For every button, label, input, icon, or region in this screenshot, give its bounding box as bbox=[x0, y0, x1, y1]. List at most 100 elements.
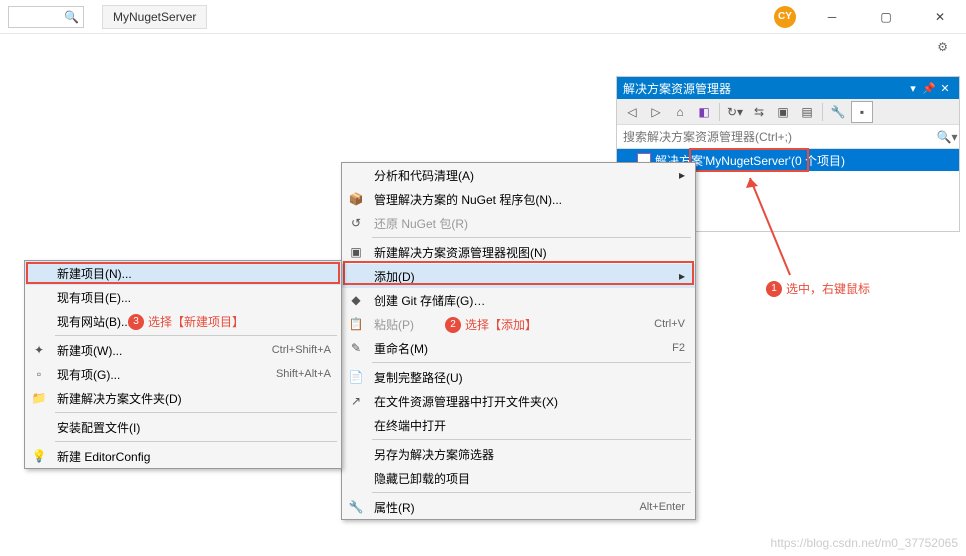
menu-item-icon: 📁 bbox=[25, 391, 53, 405]
menu-item-label: 新建项(W)... bbox=[53, 342, 272, 359]
project-title-tab: MyNugetServer bbox=[102, 5, 207, 29]
menu-item[interactable]: 🔧属性(R)Alt+Enter bbox=[342, 495, 695, 519]
menu-item-icon: ▫ bbox=[25, 367, 53, 381]
menu-item-label: 分析和代码清理(A) bbox=[370, 167, 673, 184]
menu-item-label: 现有项(G)... bbox=[53, 366, 276, 383]
annotation-3: 3 选择【新建项目】 bbox=[128, 313, 244, 330]
menu-item-label: 在终端中打开 bbox=[370, 417, 685, 434]
panel-search: 🔍▾ bbox=[617, 125, 959, 149]
menu-item-label: 重命名(M) bbox=[370, 340, 672, 357]
menu-item-shortcut: Ctrl+V bbox=[654, 318, 685, 330]
context-menu-add: 新建项目(N)...现有项目(E)...现有网站(B)...✦新建项(W)...… bbox=[24, 260, 342, 469]
panel-title: 解决方案资源管理器 bbox=[623, 80, 731, 97]
minimize-button[interactable]: ─ bbox=[814, 4, 850, 30]
menu-item-icon: ✦ bbox=[25, 343, 53, 357]
menu-item-icon: ◆ bbox=[342, 293, 370, 307]
titlebar-controls: CY ─ ▢ ✕ bbox=[774, 4, 958, 30]
menu-item[interactable]: 新建项目(N)... bbox=[25, 261, 341, 285]
menu-item-label: 隐藏已卸载的项目 bbox=[370, 470, 685, 487]
menu-item[interactable]: ▣新建解决方案资源管理器视图(N) bbox=[342, 240, 695, 264]
menu-item-label: 管理解决方案的 NuGet 程序包(N)... bbox=[370, 191, 685, 208]
menu-item[interactable]: 添加(D)▸ bbox=[342, 264, 695, 288]
back-icon[interactable]: ◁ bbox=[621, 101, 643, 123]
menu-item-icon: 💡 bbox=[25, 449, 53, 463]
forward-icon[interactable]: ▷ bbox=[645, 101, 667, 123]
properties-icon[interactable]: 🔧 bbox=[827, 101, 849, 123]
menu-item-label: 新建解决方案文件夹(D) bbox=[53, 390, 331, 407]
menu-item[interactable]: ◆创建 Git 存储库(G)… bbox=[342, 288, 695, 312]
panel-toolbar: ◁ ▷ ⌂ ◧ ↻▾ ⇆ ▣ ▤ 🔧 ▪ bbox=[617, 99, 959, 125]
menu-item[interactable]: ▫现有项(G)...Shift+Alt+A bbox=[25, 362, 341, 386]
panel-dropdown-icon[interactable]: ▾ bbox=[905, 82, 921, 95]
menu-item-label: 属性(R) bbox=[370, 499, 639, 516]
menu-item[interactable]: 💡新建 EditorConfig bbox=[25, 444, 341, 468]
menu-separator bbox=[372, 439, 691, 440]
annotation-text-3: 选择【新建项目】 bbox=[148, 313, 244, 330]
preview-icon[interactable]: ▤ bbox=[796, 101, 818, 123]
panel-search-icon[interactable]: 🔍▾ bbox=[935, 130, 959, 144]
menu-item[interactable]: ✦新建项(W)...Ctrl+Shift+A bbox=[25, 338, 341, 362]
menu-item-icon: 🔧 bbox=[342, 500, 370, 514]
settings-icon[interactable]: ⚙ bbox=[937, 40, 948, 54]
menu-separator bbox=[55, 335, 337, 336]
menu-item: ↺还原 NuGet 包(R) bbox=[342, 211, 695, 235]
panel-pin-icon[interactable]: 📌 bbox=[921, 82, 937, 95]
submenu-arrow-icon: ▸ bbox=[673, 168, 685, 182]
panel-close-icon[interactable]: ✕ bbox=[937, 82, 953, 95]
menu-item[interactable]: 📁新建解决方案文件夹(D) bbox=[25, 386, 341, 410]
menu-item[interactable]: 隐藏已卸载的项目 bbox=[342, 466, 695, 490]
menu-item-icon: ✎ bbox=[342, 341, 370, 355]
menu-item-label: 在文件资源管理器中打开文件夹(X) bbox=[370, 393, 685, 410]
toolstrip: ⚙ bbox=[0, 34, 966, 60]
menu-item[interactable]: ✎重命名(M)F2 bbox=[342, 336, 695, 360]
menu-item-label: 新建项目(N)... bbox=[53, 265, 331, 282]
menu-item-icon: ↺ bbox=[342, 216, 370, 230]
panel-search-input[interactable] bbox=[617, 130, 935, 144]
menu-item-icon: 📄 bbox=[342, 370, 370, 384]
menu-item-label: 现有项目(E)... bbox=[53, 289, 331, 306]
annotation-1: 1 选中，右键鼠标 bbox=[766, 280, 870, 297]
menu-item[interactable]: 📄复制完整路径(U) bbox=[342, 365, 695, 389]
submenu-arrow-icon: ▸ bbox=[673, 269, 685, 283]
view-icon[interactable]: ▪ bbox=[851, 101, 873, 123]
menu-item-shortcut: Alt+Enter bbox=[639, 501, 685, 513]
close-button[interactable]: ✕ bbox=[922, 4, 958, 30]
titlebar: 🔍 MyNugetServer CY ─ ▢ ✕ bbox=[0, 0, 966, 34]
maximize-button[interactable]: ▢ bbox=[868, 4, 904, 30]
menu-separator bbox=[372, 362, 691, 363]
annotation-number-1: 1 bbox=[766, 281, 782, 297]
menu-item[interactable]: 安装配置文件(I) bbox=[25, 415, 341, 439]
home-icon[interactable]: ⌂ bbox=[669, 101, 691, 123]
annotation-text-1: 选中，右键鼠标 bbox=[786, 280, 870, 297]
menu-item-icon: 📦 bbox=[342, 192, 370, 206]
show-all-icon[interactable]: ▣ bbox=[772, 101, 794, 123]
menu-item-icon: ▣ bbox=[342, 245, 370, 259]
menu-item-label: 创建 Git 存储库(G)… bbox=[370, 292, 685, 309]
panel-header: 解决方案资源管理器 ▾ 📌 ✕ bbox=[617, 77, 959, 99]
menu-item[interactable]: ↗在文件资源管理器中打开文件夹(X) bbox=[342, 389, 695, 413]
menu-item[interactable]: 📦管理解决方案的 NuGet 程序包(N)... bbox=[342, 187, 695, 211]
watermark: https://blog.csdn.net/m0_37752065 bbox=[771, 536, 958, 550]
user-avatar[interactable]: CY bbox=[774, 6, 796, 28]
annotation-number-3: 3 bbox=[128, 314, 144, 330]
annotation-number-2: 2 bbox=[445, 317, 461, 333]
menu-item-shortcut: F2 bbox=[672, 342, 685, 354]
menu-item[interactable]: 分析和代码清理(A)▸ bbox=[342, 163, 695, 187]
menu-separator bbox=[372, 237, 691, 238]
menu-item-label: 复制完整路径(U) bbox=[370, 369, 685, 386]
menu-item[interactable]: 另存为解决方案筛选器 bbox=[342, 442, 695, 466]
menu-item-label: 新建 EditorConfig bbox=[53, 448, 331, 465]
refresh-icon[interactable]: ↻▾ bbox=[724, 101, 746, 123]
menu-separator bbox=[55, 412, 337, 413]
menu-separator bbox=[55, 441, 337, 442]
menu-item-label: 还原 NuGet 包(R) bbox=[370, 215, 685, 232]
sync-icon[interactable]: ◧ bbox=[693, 101, 715, 123]
menu-item-label: 添加(D) bbox=[370, 268, 673, 285]
collapse-icon[interactable]: ⇆ bbox=[748, 101, 770, 123]
menu-item-label: 新建解决方案资源管理器视图(N) bbox=[370, 244, 685, 261]
menu-item[interactable]: 在终端中打开 bbox=[342, 413, 695, 437]
context-menu-main: 分析和代码清理(A)▸📦管理解决方案的 NuGet 程序包(N)...↺还原 N… bbox=[341, 162, 696, 520]
menu-item-icon: ↗ bbox=[342, 394, 370, 408]
menu-item[interactable]: 现有项目(E)... bbox=[25, 285, 341, 309]
quick-search-box[interactable]: 🔍 bbox=[8, 6, 84, 28]
